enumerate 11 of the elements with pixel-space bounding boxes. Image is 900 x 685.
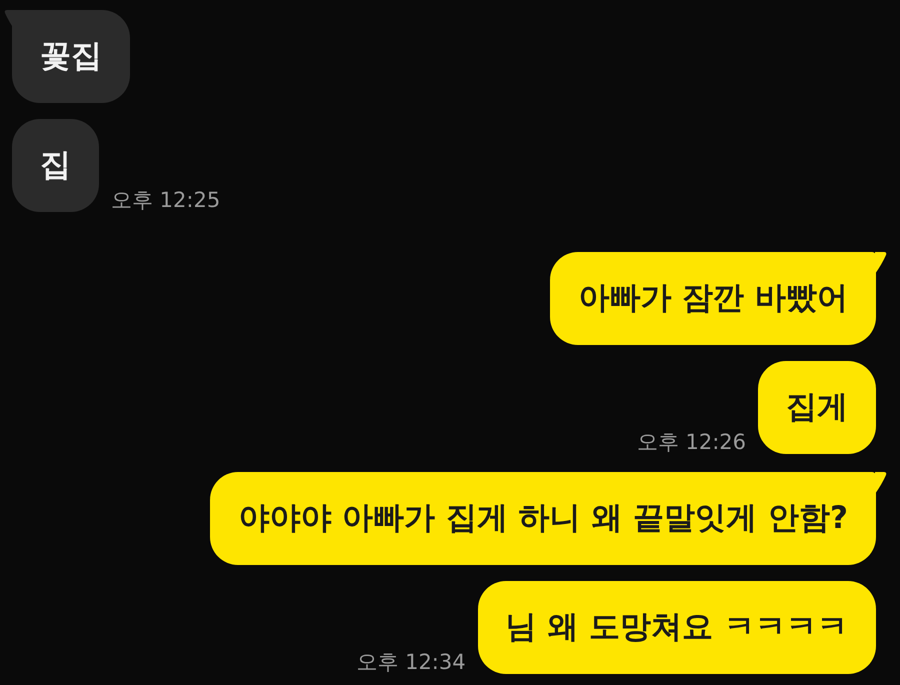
message-bubble: 꽃집 — [12, 10, 130, 103]
message-bubble: 집 — [12, 119, 99, 212]
message-time: 오후 12:26 — [636, 430, 746, 454]
message-bubble: 님 왜 도망쳐요 ㅋㅋㅋㅋ — [478, 581, 876, 674]
message-bubble: 집게 — [758, 361, 876, 454]
message-time: 오후 12:34 — [356, 650, 466, 674]
message-time: 오후 12:25 — [111, 188, 220, 212]
message-bubble: 아빠가 잠깐 바빴어 — [550, 252, 876, 345]
bubble-tail-icon — [875, 472, 887, 494]
bubble-tail-icon — [875, 252, 887, 274]
message-bubble: 야야야 아빠가 집게 하니 왜 끝말잇게 안함? — [210, 472, 876, 565]
